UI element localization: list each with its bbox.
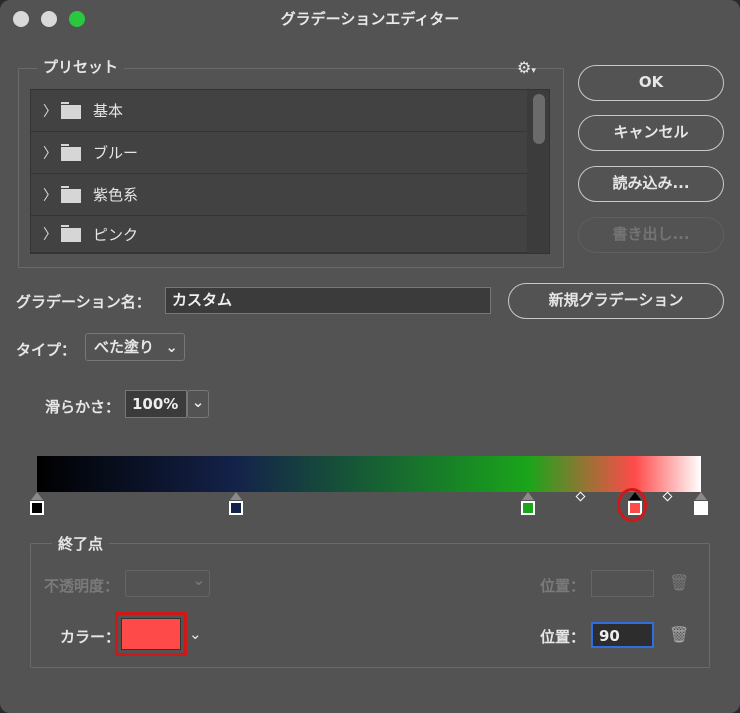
stops-legend: 終了点	[52, 533, 110, 554]
gear-icon[interactable]: ⚙▾	[517, 58, 536, 77]
trash-icon[interactable]: 🗑	[669, 573, 689, 592]
scrollbar[interactable]	[533, 94, 545, 144]
folder-icon	[61, 101, 81, 119]
chevron-right-icon[interactable]: 〉	[43, 143, 57, 163]
color-stop[interactable]	[30, 492, 44, 515]
midpoint-diamond[interactable]	[576, 491, 586, 502]
color-location-input[interactable]: 90	[591, 622, 654, 648]
preset-folder[interactable]: 〉 基本	[31, 90, 527, 132]
folder-icon	[61, 225, 81, 242]
color-location-label: 位置：	[540, 628, 586, 646]
preset-folder[interactable]: 〉 紫色系	[31, 174, 527, 216]
color-stop[interactable]	[521, 492, 536, 515]
gradient-bar[interactable]	[37, 456, 701, 492]
opacity-location-label: 位置：	[540, 577, 586, 595]
presets-legend: プリセット	[37, 56, 125, 77]
smoothness-label: 滑らかさ：	[45, 398, 121, 416]
title-bar: グラデーションエディター	[0, 0, 740, 38]
smoothness-input[interactable]: 100%	[125, 390, 187, 418]
gradient-name-input[interactable]: カスタム	[165, 287, 491, 314]
opacity-label: 不透明度：	[44, 577, 120, 595]
folder-icon	[61, 143, 81, 161]
minimize-button[interactable]	[41, 11, 57, 27]
zoom-button[interactable]	[69, 11, 85, 27]
type-value: べた塗り	[94, 338, 155, 356]
type-label: タイプ：	[16, 341, 77, 359]
stop-pointer-icon	[695, 492, 707, 500]
stop-pointer-icon	[31, 492, 43, 500]
type-select[interactable]: べた塗り ⌄	[85, 333, 185, 361]
color-stop[interactable]	[694, 492, 708, 515]
load-button[interactable]: 読み込み...	[578, 166, 724, 202]
gradient-name-label: グラデーション名：	[16, 293, 151, 311]
chevron-down-icon: ⌄	[192, 571, 205, 589]
preset-list: 〉基本 〉ブルー 〉紫色系 〉ピンク	[30, 89, 550, 254]
stop-swatch	[694, 501, 708, 515]
stop-pointer-icon	[230, 492, 243, 500]
window-title: グラデーションエディター	[280, 10, 460, 28]
folder-icon	[61, 185, 81, 203]
gradient-editor-window: グラデーションエディター プリセット ⚙▾ 〉基本 〉ブルー 〉紫色系 〉ピンク…	[0, 0, 740, 713]
color-stop[interactable]	[229, 492, 244, 515]
close-button[interactable]	[13, 11, 29, 27]
chevron-down-icon: ⌄	[165, 338, 178, 356]
export-button[interactable]: 書き出し...	[578, 217, 724, 253]
midpoint-diamond[interactable]	[662, 491, 673, 502]
chevron-down-icon[interactable]: ⌄	[189, 625, 202, 643]
stop-pointer-icon	[522, 492, 535, 500]
color-label: カラー：	[60, 628, 121, 646]
color-swatch[interactable]	[115, 612, 187, 656]
chevron-right-icon[interactable]: 〉	[43, 185, 57, 205]
ok-button[interactable]: OK	[578, 65, 724, 101]
chevron-right-icon[interactable]: 〉	[43, 101, 57, 121]
stop-swatch	[30, 501, 44, 515]
selected-stop-highlight	[617, 488, 647, 522]
preset-folder-label: 基本	[93, 102, 124, 120]
stop-swatch	[229, 501, 244, 515]
chevron-right-icon[interactable]: 〉	[43, 224, 57, 244]
preset-folder-label: ブルー	[93, 144, 139, 162]
opacity-input[interactable]: ⌄	[125, 570, 210, 597]
preset-folder[interactable]: 〉 ブルー	[31, 132, 527, 174]
chevron-down-icon: ⌄	[191, 393, 205, 411]
preset-folder-label: ピンク	[93, 225, 139, 244]
new-gradient-button[interactable]: 新規グラデーション	[508, 283, 724, 319]
stop-swatch	[521, 501, 536, 515]
cancel-button[interactable]: キャンセル	[578, 115, 724, 151]
smoothness-dropdown[interactable]: ⌄	[187, 390, 209, 418]
preset-folder[interactable]: 〉 ピンク	[31, 216, 527, 253]
preset-folder-label: 紫色系	[93, 186, 139, 204]
opacity-location-input[interactable]	[591, 570, 654, 597]
trash-icon[interactable]: 🗑	[669, 625, 689, 644]
